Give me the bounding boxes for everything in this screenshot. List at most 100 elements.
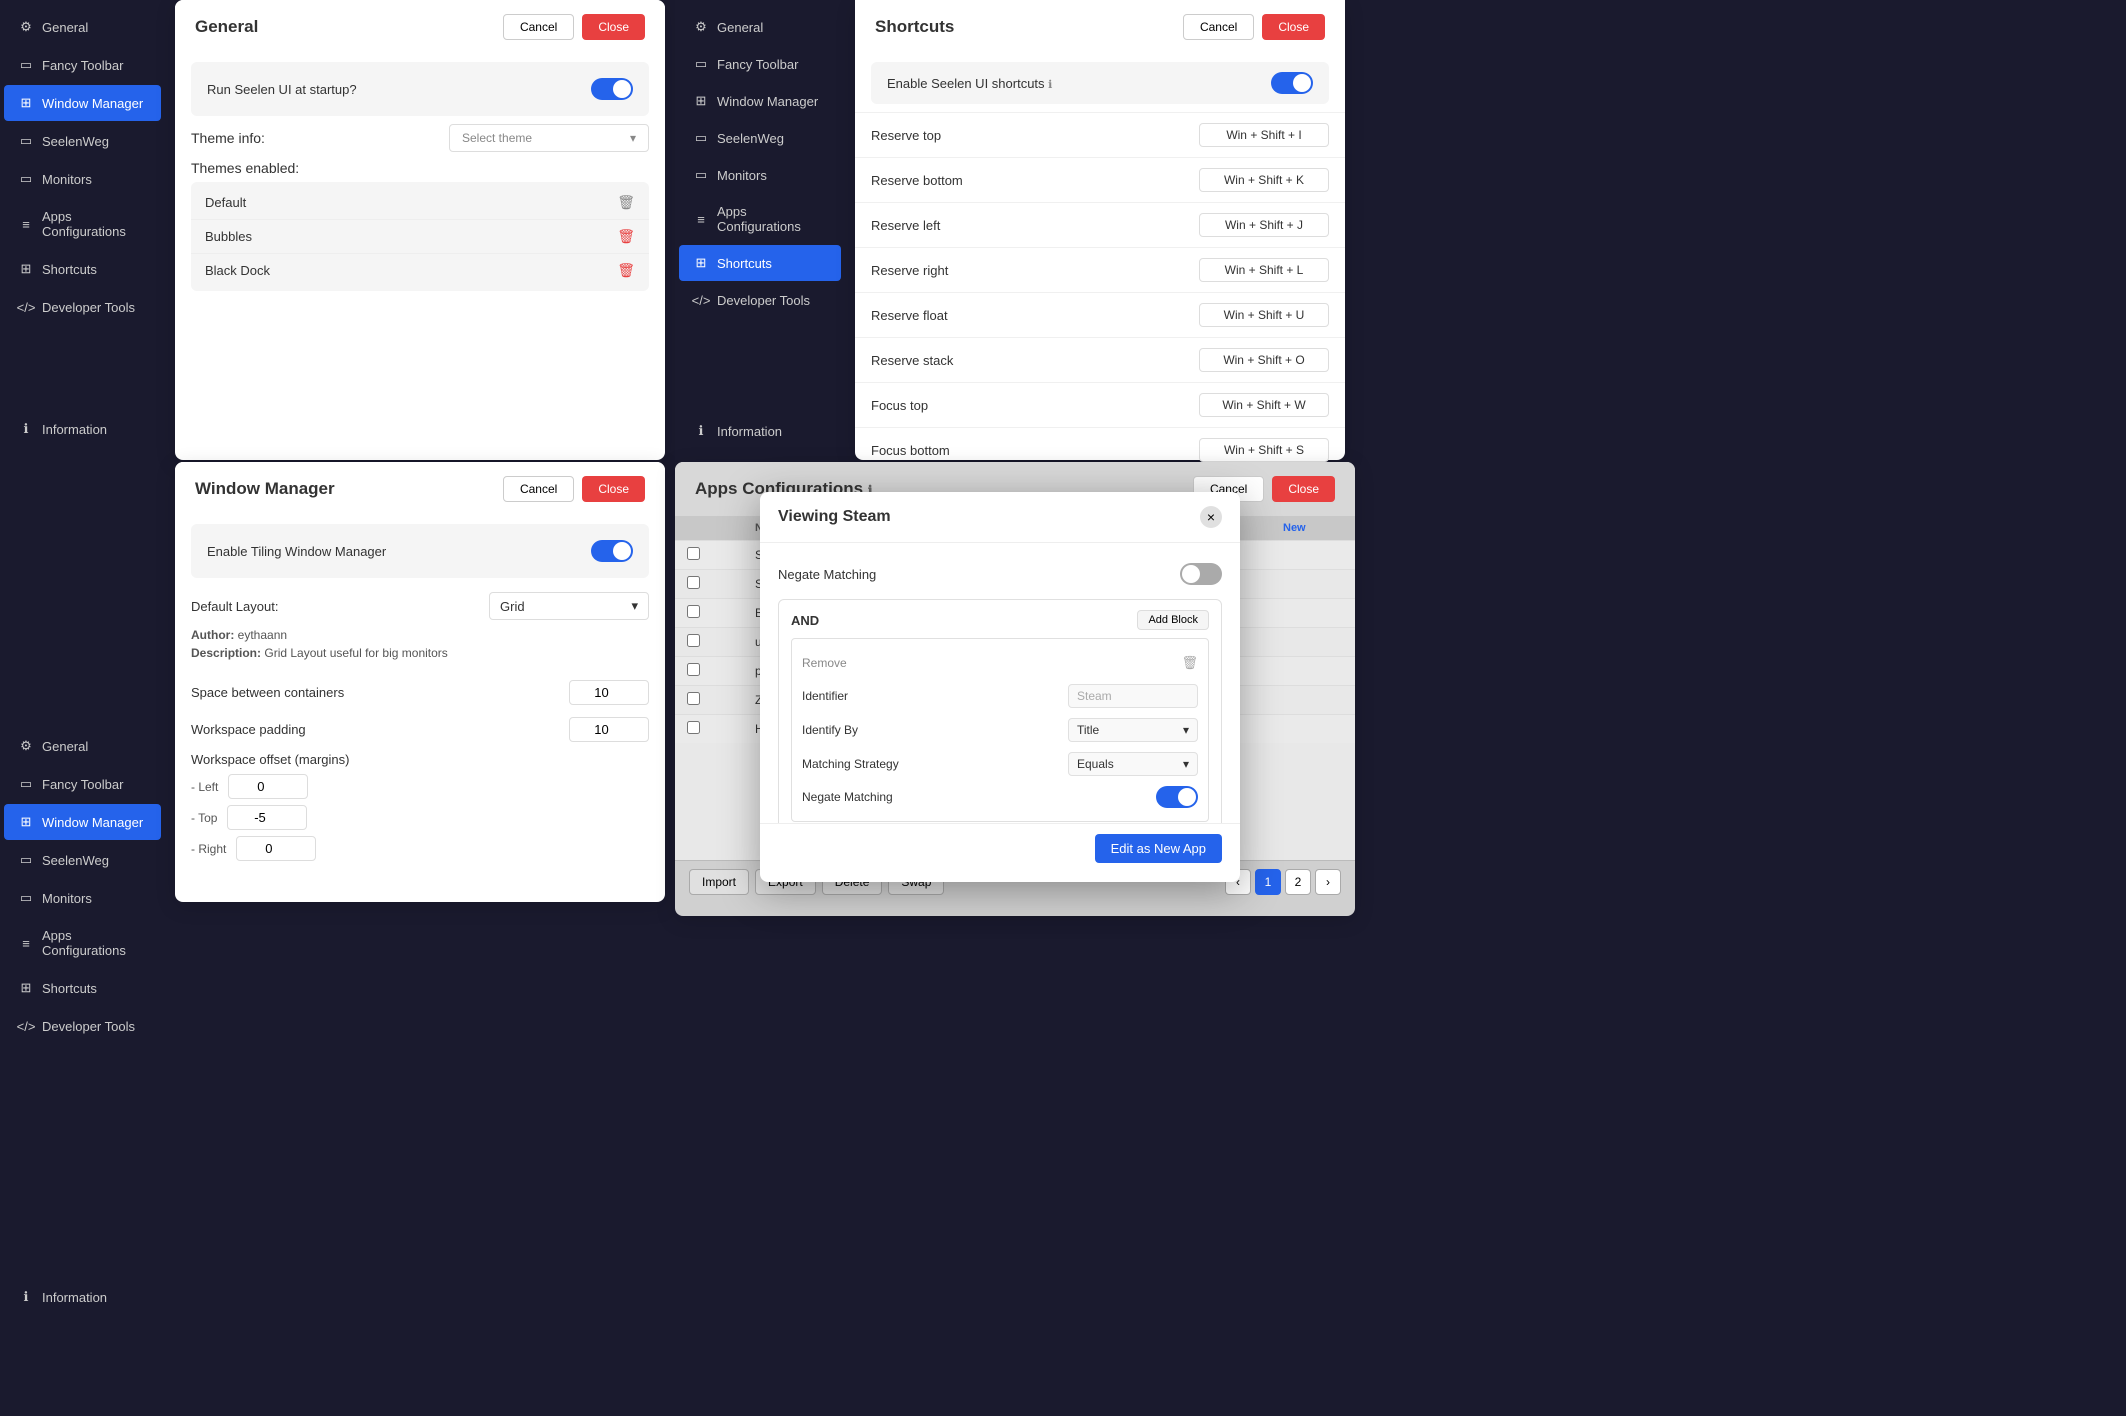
- row6-check[interactable]: [687, 692, 700, 705]
- sidebar-item-shortcuts[interactable]: ⊞ Shortcuts: [4, 251, 161, 287]
- identify-by-select[interactable]: Title ▾: [1068, 718, 1198, 742]
- gear-icon-b: ⚙: [18, 738, 34, 754]
- row4-check[interactable]: [687, 634, 700, 647]
- identifier-input[interactable]: Steam: [1068, 684, 1198, 708]
- row5-check[interactable]: [687, 663, 700, 676]
- mon-icon-b: ▭: [18, 890, 34, 906]
- sidebar-item-developer-tools-b[interactable]: </> Developer Tools: [4, 1008, 161, 1044]
- add-block-button[interactable]: Add Block: [1137, 610, 1209, 630]
- sidebar-item-monitors[interactable]: ▭ Monitors: [4, 161, 161, 197]
- page-1-button[interactable]: 1: [1255, 869, 1281, 895]
- sidebar-item-fancy-toolbar[interactable]: ▭ Fancy Toolbar: [4, 47, 161, 83]
- theme-select[interactable]: Select theme ▾: [449, 124, 649, 152]
- sidebar-item-general-b[interactable]: ⚙ General: [4, 728, 161, 764]
- enable-tiling-toggle[interactable]: [591, 540, 633, 562]
- theme-info-row: Theme info: Select theme ▾: [191, 124, 649, 152]
- default-layout-row: Default Layout: Grid ▾: [175, 586, 665, 626]
- sidebar-middle-general[interactable]: ⚙ General: [679, 9, 841, 45]
- edit-as-new-app-button[interactable]: Edit as New App: [1095, 834, 1222, 863]
- sidebar-item-apps-configurations[interactable]: ≡ Apps Configurations: [4, 199, 161, 249]
- theme-name-black-dock: Black Dock: [205, 263, 270, 278]
- shortcut-key-reserve-float[interactable]: Win + Shift + U: [1199, 303, 1329, 327]
- offset-top-input[interactable]: [227, 805, 307, 830]
- shortcut-key-reserve-top[interactable]: Win + Shift + I: [1199, 123, 1329, 147]
- shortcut-key-reserve-left[interactable]: Win + Shift + J: [1199, 213, 1329, 237]
- identifier-label: Identifier: [802, 689, 848, 703]
- wm-cancel-button[interactable]: Cancel: [503, 476, 574, 502]
- row7-check[interactable]: [687, 721, 700, 734]
- row1-check[interactable]: [687, 547, 700, 560]
- sidebar-middle-fancy-toolbar[interactable]: ▭ Fancy Toolbar: [679, 46, 841, 82]
- delete-icon-black-dock[interactable]: 🗑: [617, 262, 635, 279]
- page-2-button[interactable]: 2: [1285, 869, 1311, 895]
- sidebar-middle-monitors[interactable]: ▭ Monitors: [679, 157, 841, 193]
- block-negate-toggle[interactable]: [1156, 786, 1198, 808]
- trash-icon[interactable]: 🗑: [1181, 655, 1198, 671]
- wm-panel-buttons: Cancel Close: [503, 476, 645, 502]
- sidebar-item-seelenweg[interactable]: ▭ SeelenWeg: [4, 123, 161, 159]
- shortcut-key-focus-top[interactable]: Win + Shift + W: [1199, 393, 1329, 417]
- offset-left-input[interactable]: [228, 774, 308, 799]
- general-cancel-button[interactable]: Cancel: [503, 14, 574, 40]
- m-apps-icon: ≡: [693, 211, 709, 227]
- shortcuts-enable-row: Enable Seelen UI shortcuts ℹ: [871, 62, 1329, 104]
- shortcuts-title: Shortcuts: [875, 17, 954, 37]
- chevron-down-icon: ▾: [630, 131, 636, 145]
- space-between-input[interactable]: [569, 680, 649, 705]
- pagination: ‹ 1 2 ›: [1225, 869, 1341, 895]
- shortcuts-cancel-button[interactable]: Cancel: [1183, 14, 1254, 40]
- sidebar-left-bottom: ℹ Information ⚙ General ▭ Fancy Toolbar …: [0, 710, 165, 1416]
- delete-icon-bubbles[interactable]: 🗑: [617, 228, 635, 245]
- shortcut-key-focus-bottom[interactable]: Win + Shift + S: [1199, 438, 1329, 462]
- modal-negate-toggle[interactable]: [1180, 563, 1222, 585]
- shortcut-row-reserve-left: Reserve left Win + Shift + J: [855, 202, 1345, 247]
- sidebar-item-seelenweg-b[interactable]: ▭ SeelenWeg: [4, 842, 161, 878]
- sidebar-item-window-manager-b[interactable]: ⊞ Window Manager: [4, 804, 161, 840]
- apps-close-button[interactable]: Close: [1272, 476, 1335, 502]
- remove-button[interactable]: Remove: [802, 656, 847, 670]
- sidebar-item-developer-tools[interactable]: </> Developer Tools: [4, 289, 161, 325]
- sidebar-middle-window-manager[interactable]: ⊞ Window Manager: [679, 83, 841, 119]
- row2-check[interactable]: [687, 576, 700, 589]
- description-info: Description: Grid Layout useful for big …: [175, 644, 665, 662]
- import-button[interactable]: Import: [689, 869, 749, 895]
- sidebar-item-apps-configurations-b[interactable]: ≡ Apps Configurations: [4, 918, 161, 968]
- matching-strategy-select[interactable]: Equals ▾: [1068, 752, 1198, 776]
- shortcut-row-focus-top: Focus top Win + Shift + W: [855, 382, 1345, 427]
- shortcuts-close-button[interactable]: Close: [1262, 14, 1325, 40]
- next-page-button[interactable]: ›: [1315, 869, 1341, 895]
- shortcuts-toggle[interactable]: [1271, 72, 1313, 94]
- wm-close-button[interactable]: Close: [582, 476, 645, 502]
- layout-select[interactable]: Grid ▾: [489, 592, 649, 620]
- theme-name-bubbles: Bubbles: [205, 229, 252, 244]
- sidebar-middle-apps-configurations[interactable]: ≡ Apps Configurations: [679, 194, 841, 244]
- general-close-button[interactable]: Close: [582, 14, 645, 40]
- shortcut-key-reserve-bottom[interactable]: Win + Shift + K: [1199, 168, 1329, 192]
- sidebar-item-information[interactable]: ℹ Information: [4, 411, 161, 447]
- row3-check[interactable]: [687, 605, 700, 618]
- workspace-offset-group: Workspace offset (margins) - Left - Top …: [175, 748, 665, 868]
- author-label: Author:: [191, 628, 234, 642]
- theme-list: Default 🗑 Bubbles 🗑 Black Dock 🗑: [191, 182, 649, 291]
- theme-row-black-dock: Black Dock 🗑: [191, 253, 649, 287]
- sidebar-middle-developer-tools[interactable]: </> Developer Tools: [679, 282, 841, 318]
- block-negate-label: Negate Matching: [802, 790, 893, 804]
- workspace-padding-input[interactable]: [569, 717, 649, 742]
- sidebar-item-information-bottom[interactable]: ℹ Information: [4, 1279, 121, 1315]
- sidebar-item-general[interactable]: ⚙ General: [4, 9, 161, 45]
- offset-left-row: - Left: [191, 771, 649, 802]
- sidebar-item-monitors-b[interactable]: ▭ Monitors: [4, 880, 161, 916]
- delete-icon-default[interactable]: 🗑: [617, 194, 635, 211]
- startup-toggle[interactable]: [591, 78, 633, 100]
- modal-close-button[interactable]: ×: [1200, 506, 1222, 528]
- sidebar-middle-information[interactable]: ℹ Information: [679, 413, 839, 449]
- identify-by-label: Identify By: [802, 723, 858, 737]
- shortcut-key-reserve-stack[interactable]: Win + Shift + O: [1199, 348, 1329, 372]
- sidebar-item-fancy-toolbar-b[interactable]: ▭ Fancy Toolbar: [4, 766, 161, 802]
- sidebar-middle-seelenweg[interactable]: ▭ SeelenWeg: [679, 120, 841, 156]
- sidebar-middle-shortcuts[interactable]: ⊞ Shortcuts: [679, 245, 841, 281]
- sidebar-item-shortcuts-b[interactable]: ⊞ Shortcuts: [4, 970, 161, 1006]
- sidebar-item-window-manager[interactable]: ⊞ Window Manager: [4, 85, 161, 121]
- shortcut-key-reserve-right[interactable]: Win + Shift + L: [1199, 258, 1329, 282]
- offset-right-input[interactable]: [236, 836, 316, 861]
